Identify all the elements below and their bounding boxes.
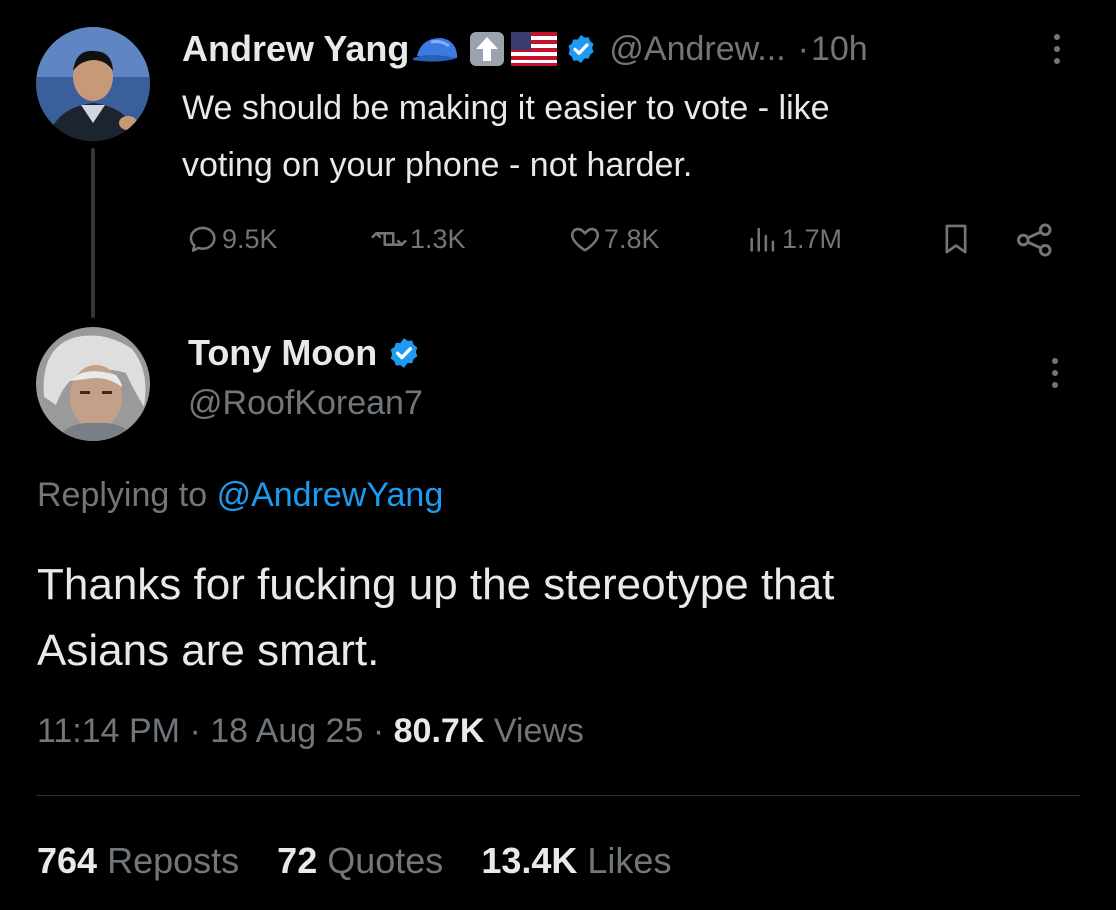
reposts-link[interactable]: 764 Reposts	[37, 840, 239, 882]
tweet-text-line: We should be making it easier to vote - …	[182, 89, 830, 127]
tweet-text-line: voting on your phone - not harder.	[182, 146, 693, 184]
repost-count: 1.3K	[410, 223, 466, 254]
reply-time[interactable]: 11:14 PM	[37, 712, 180, 750]
meta-separator: ·	[189, 712, 201, 750]
heart-icon	[568, 222, 602, 256]
repost-stat[interactable]: 1.3K	[370, 222, 466, 256]
replying-to-label: Replying to	[37, 476, 208, 514]
quotes-count: 72	[277, 840, 318, 881]
replying-to-line: Replying to @AndrewYang	[37, 476, 443, 515]
tweet-time[interactable]: 10h	[811, 30, 868, 69]
reply-author-name[interactable]: Tony Moon	[188, 332, 377, 374]
reply-author-handle[interactable]: @RoofKorean7	[188, 384, 423, 423]
blue-cap-icon	[411, 32, 463, 66]
time-separator: ·	[797, 29, 809, 68]
author-handle[interactable]: @Andrew...	[609, 30, 785, 69]
reply-views-count: 80.7K	[393, 712, 485, 750]
verified-badge-icon	[387, 336, 421, 370]
quotes-label: Quotes	[327, 840, 444, 881]
original-tweet-header: Andrew Yang @Andrew... · 10h	[182, 26, 868, 72]
bookmark-icon[interactable]	[940, 222, 972, 256]
like-stat[interactable]: 7.8K	[568, 222, 660, 256]
repost-icon	[370, 222, 408, 256]
author-name[interactable]: Andrew Yang	[182, 28, 409, 70]
reply-date[interactable]: 18 Aug 25	[210, 712, 363, 750]
replying-to-handle[interactable]: @AndrewYang	[217, 476, 444, 514]
thread-connector-line	[91, 148, 95, 318]
verified-badge-icon	[565, 33, 597, 65]
more-options-icon[interactable]	[1050, 358, 1060, 388]
up-arrow-icon	[469, 31, 505, 67]
divider	[36, 795, 1080, 796]
likes-link[interactable]: 13.4K Likes	[481, 840, 671, 882]
reposts-label: Reposts	[107, 840, 240, 881]
reposts-count: 764	[37, 840, 98, 881]
reply-stat[interactable]: 9.5K	[186, 222, 278, 256]
reply-views-label: Views	[493, 712, 584, 750]
original-tweet-text: We should be making it easier to vote - …	[182, 80, 830, 194]
like-count: 7.8K	[604, 223, 660, 254]
views-stat[interactable]: 1.7M	[746, 222, 842, 256]
reply-count: 9.5K	[222, 223, 278, 254]
reply-meta-line: 11:14 PM · 18 Aug 25 · 80.7K Views	[37, 712, 584, 751]
quotes-link[interactable]: 72 Quotes	[277, 840, 443, 882]
more-options-icon[interactable]	[1052, 34, 1062, 64]
reply-text: Thanks for fucking up the stereotype tha…	[37, 552, 834, 684]
likes-count: 13.4K	[481, 840, 578, 881]
tony-moon-avatar[interactable]	[36, 327, 150, 441]
meta-separator: ·	[372, 712, 385, 750]
reply-text-line: Asians are smart.	[37, 626, 380, 675]
likes-label: Likes	[587, 840, 672, 881]
reply-icon	[186, 222, 220, 256]
andrew-yang-avatar[interactable]	[36, 27, 150, 141]
share-icon[interactable]	[1016, 222, 1054, 258]
engagement-row: 764 Reposts 72 Quotes 13.4K Likes	[37, 840, 671, 882]
us-flag-icon	[511, 32, 558, 66]
views-count: 1.7M	[782, 223, 843, 254]
reply-text-line: Thanks for fucking up the stereotype tha…	[37, 560, 835, 609]
reply-author-row: Tony Moon	[188, 330, 421, 376]
views-chart-icon	[746, 222, 780, 256]
